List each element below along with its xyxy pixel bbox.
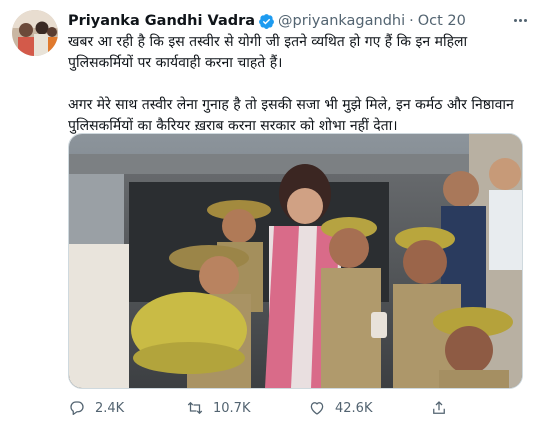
verified-badge-icon	[258, 13, 275, 30]
more-options-icon[interactable]	[510, 12, 530, 28]
reply-button[interactable]: 2.4K	[68, 399, 124, 417]
share-button[interactable]	[430, 399, 448, 417]
avatar[interactable]	[12, 10, 58, 56]
tweet-actions: 2.4K 10.7K 42.6K	[68, 399, 468, 419]
reply-icon	[70, 401, 84, 416]
tweet-text: खबर आ रही है कि इस तस्वीर से योगी जी इतन…	[68, 32, 528, 137]
separator-dot: ·	[409, 13, 414, 29]
like-button[interactable]: 42.6K	[308, 399, 372, 417]
retweet-count: 10.7K	[213, 400, 251, 416]
tweet-date[interactable]: Oct 20	[418, 11, 466, 31]
reply-count: 2.4K	[95, 400, 125, 416]
share-icon	[433, 401, 445, 414]
tweet-paragraph-2: अगर मेरे साथ तस्वीर लेना गुनाह है तो इसक…	[68, 97, 514, 134]
author-name[interactable]: Priyanka Gandhi Vadra	[68, 11, 255, 31]
retweet-button[interactable]: 10.7K	[186, 399, 250, 417]
retweet-icon	[187, 401, 203, 415]
tweet-paragraph-1: खबर आ रही है कि इस तस्वीर से योगी जी इतन…	[68, 34, 468, 71]
tweet-header: Priyanka Gandhi Vadra @priyankagandhi · …	[68, 11, 466, 31]
tweet-card[interactable]: Priyanka Gandhi Vadra @priyankagandhi · …	[0, 0, 542, 428]
heart-icon	[310, 402, 324, 415]
tweet-photo[interactable]	[68, 133, 523, 389]
author-handle[interactable]: @priyankagandhi	[278, 11, 405, 31]
like-count: 42.6K	[335, 400, 373, 416]
